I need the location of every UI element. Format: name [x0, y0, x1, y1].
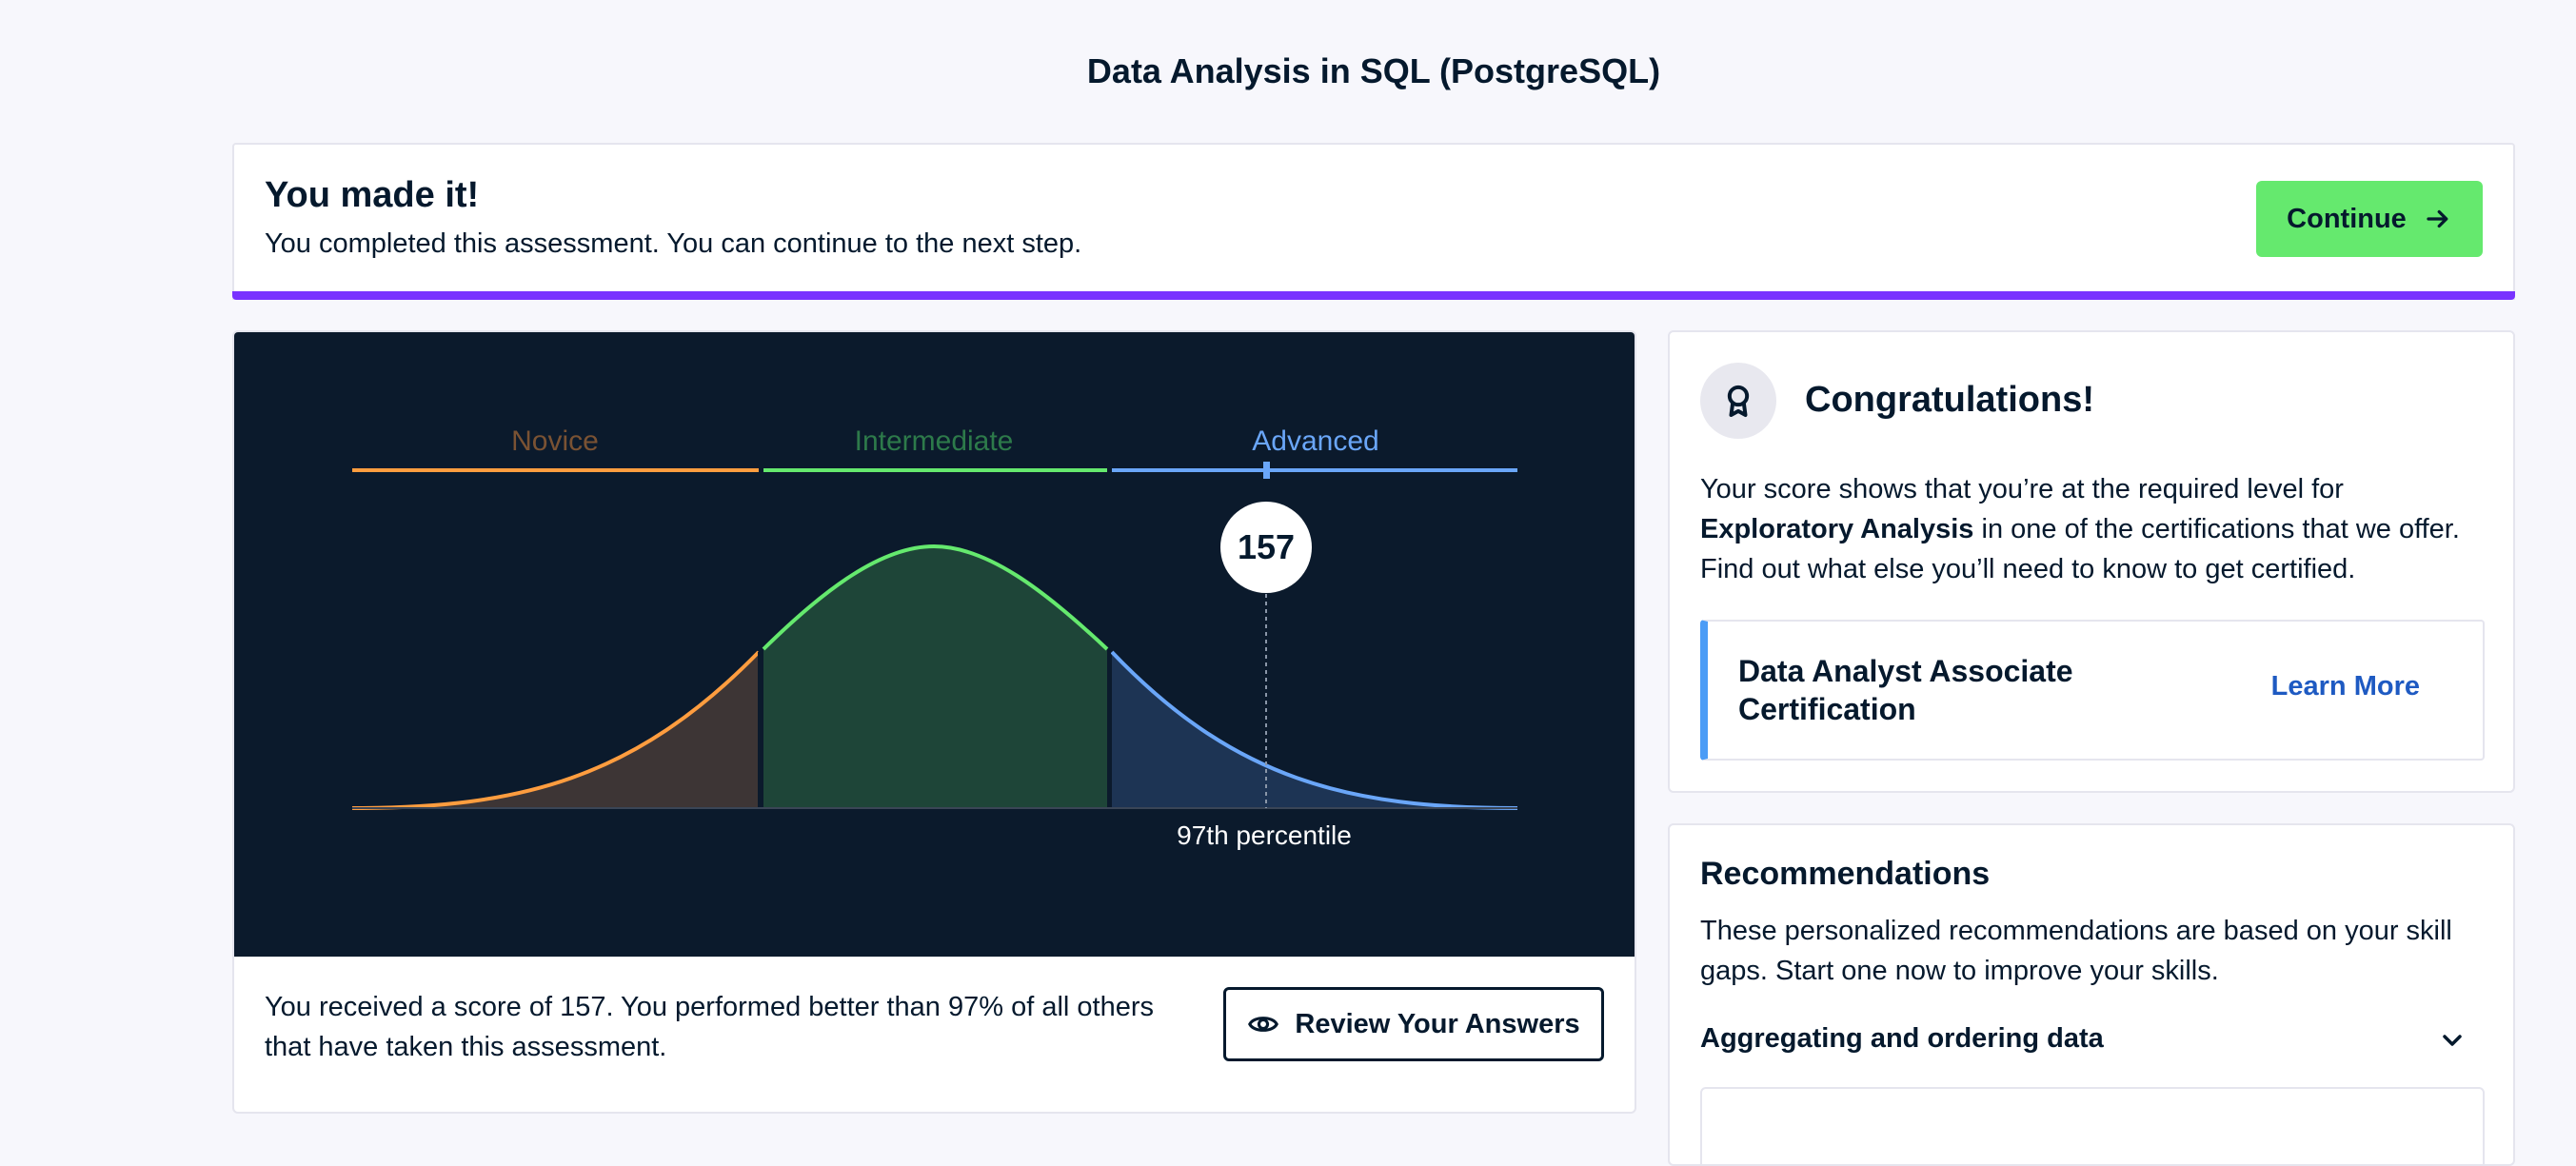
arrow-right-icon: [2427, 209, 2448, 228]
award-badge: [1700, 363, 1776, 439]
learn-more-link[interactable]: Learn More: [2271, 671, 2420, 702]
recommendations-text: These personalized recommendations are b…: [1700, 916, 2452, 986]
chevron-down-icon[interactable]: [2437, 1025, 2467, 1056]
score-summary: You received a score of 157. You perform…: [265, 992, 1154, 1062]
recommendation-item-toggle[interactable]: Aggregating and ordering data: [1700, 1023, 2104, 1055]
page-title: Data Analysis in SQL (PostgreSQL): [1086, 51, 1661, 90]
certification-name: Data Analyst Associate Certification: [1738, 654, 2073, 726]
recommendations-card: Recommendations These personalized recom…: [1668, 823, 2515, 1166]
certification-box: Data Analyst Associate Certification Lea…: [1700, 620, 2485, 761]
recommendations-title: Recommendations: [1700, 856, 1991, 892]
level-label-novice: Novice: [511, 425, 599, 457]
review-answers-label: Review Your Answers: [1295, 1008, 1580, 1039]
congratulations-card: Congratulations! Your score shows that y…: [1668, 330, 2515, 793]
banner-title: You made it!: [265, 175, 480, 215]
score-marker-tick: [1263, 462, 1270, 479]
score-value: 157: [1238, 527, 1295, 566]
award-icon: [1727, 385, 1750, 417]
review-answers-button[interactable]: Review Your Answers: [1223, 987, 1604, 1061]
congratulations-title: Congratulations!: [1805, 380, 2094, 420]
level-label-advanced: Advanced: [1252, 425, 1378, 457]
congratulations-text: Your score shows that you’re at the requ…: [1700, 474, 2460, 584]
banner-text: You completed this assessment. You can c…: [265, 228, 1082, 259]
banner-progress-bar: [232, 291, 2515, 300]
recommendation-course-card[interactable]: [1700, 1087, 2485, 1164]
level-label-intermediate: Intermediate: [855, 425, 1014, 457]
score-distribution-card: Novice Intermediate Advanced 157 97th pe…: [232, 330, 1636, 1114]
intermediate-area: [763, 546, 1107, 808]
percentile-label: 97th percentile: [1177, 820, 1352, 850]
skill-name: Exploratory Analysis: [1700, 514, 1974, 544]
success-banner: You made it! You completed this assessme…: [232, 143, 2515, 300]
continue-button[interactable]: Continue: [2256, 181, 2483, 257]
score-distribution-chart: Novice Intermediate Advanced 157 97th pe…: [234, 332, 1635, 957]
eye-icon: [1248, 1017, 1279, 1032]
continue-label: Continue: [2287, 203, 2407, 234]
